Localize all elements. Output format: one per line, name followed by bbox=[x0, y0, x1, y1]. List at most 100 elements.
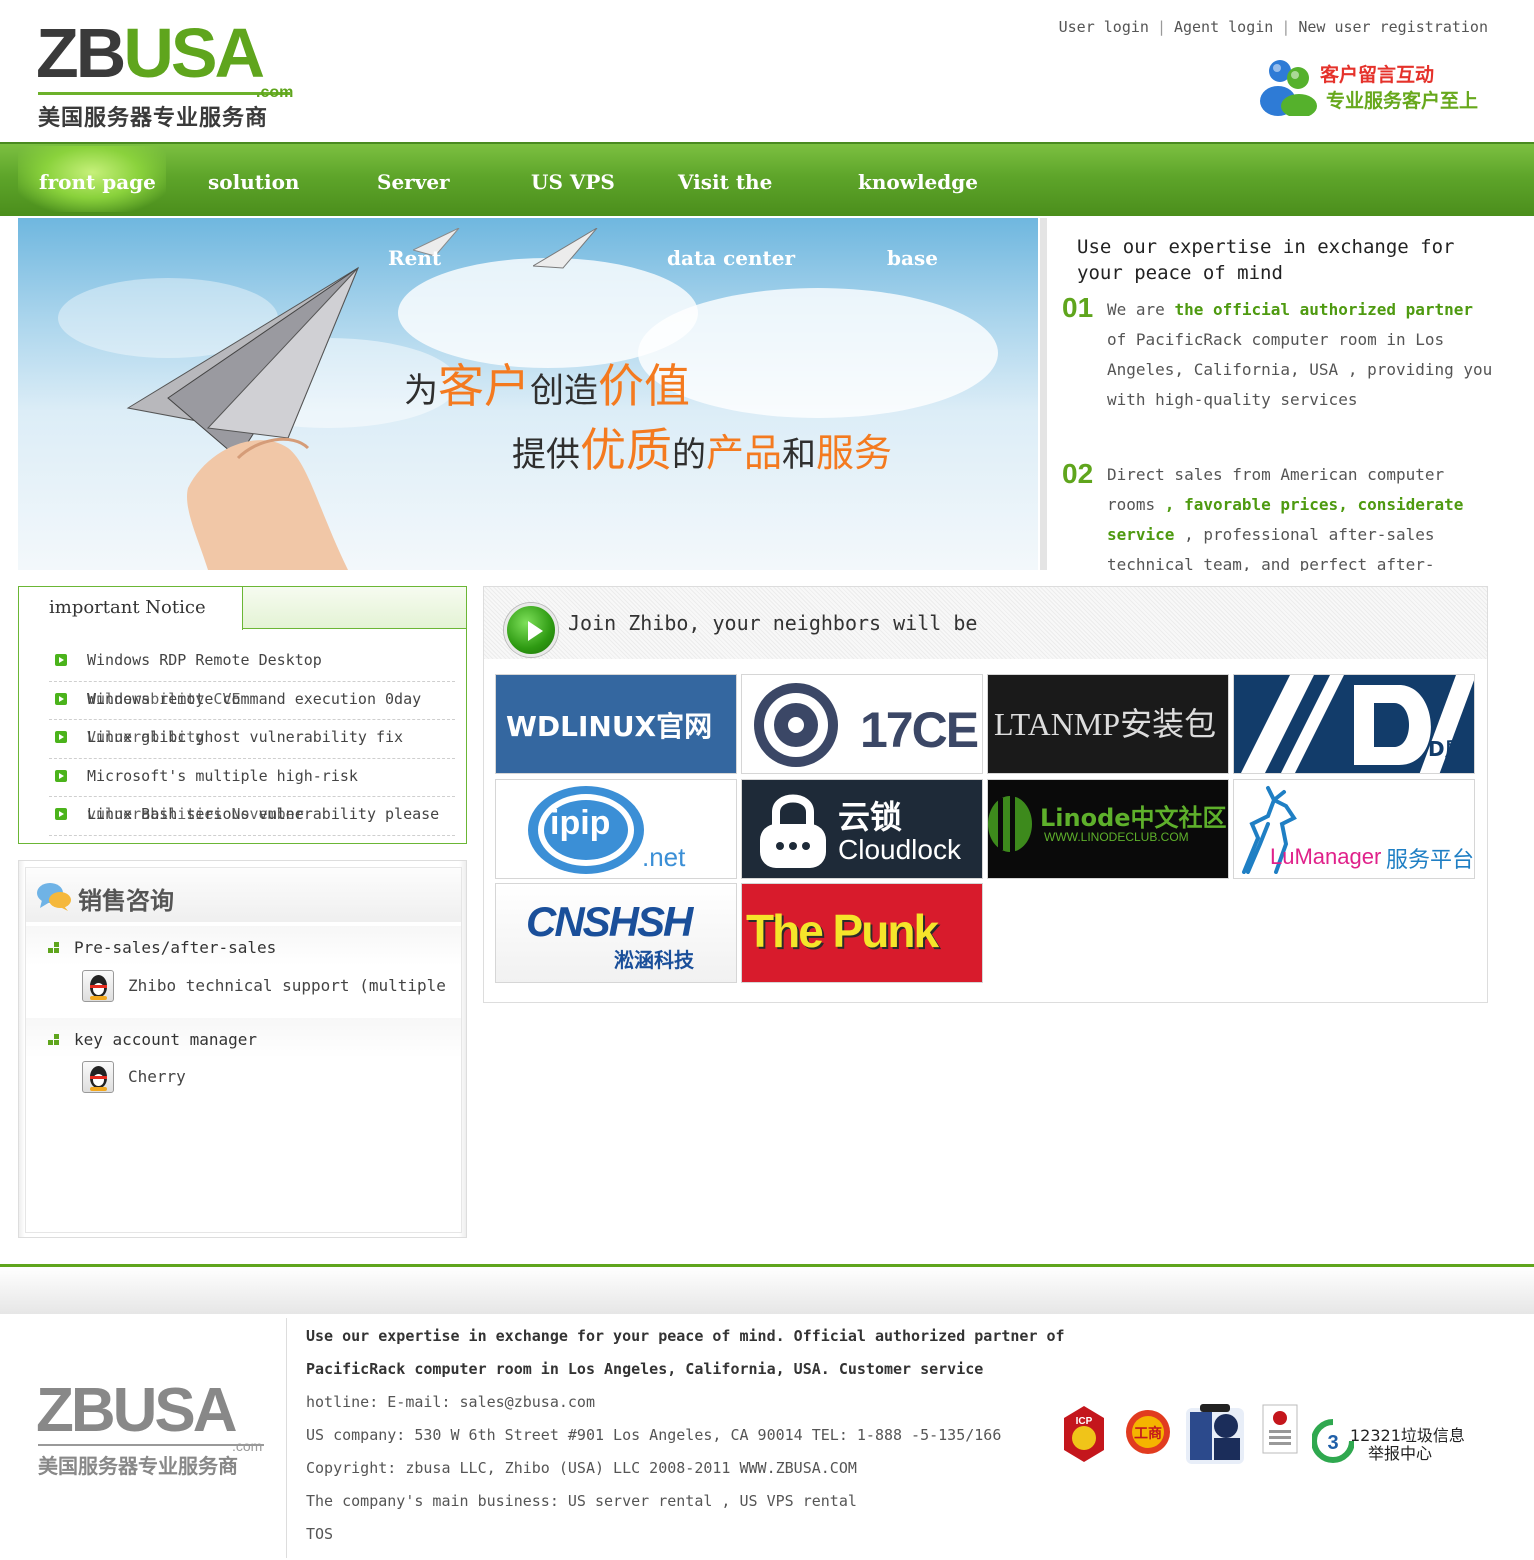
footer-logo: ZBUSA .com 美国服务器专业服务商 bbox=[36, 1380, 276, 1480]
sales-group-presales: Pre-sales/after-sales bbox=[26, 926, 461, 966]
top-links: User login | Agent login | New user registra… bbox=[1059, 18, 1488, 36]
notice-item-text: Windows RDP Remote Desktop bbox=[87, 651, 322, 669]
notice-item-overlap-text: Vulnerability bbox=[87, 728, 205, 746]
police-badge-icon[interactable] bbox=[1184, 1404, 1246, 1466]
partner-logo-text: 17CE bbox=[860, 702, 979, 758]
spam-report-badge[interactable]: 3 12321垃圾信息 举报中心 bbox=[1312, 1416, 1472, 1466]
partner-tile-d-shield[interactable]: D盾 bbox=[1233, 674, 1475, 774]
notice-item[interactable]: Windows remote command execution 0day Vu… bbox=[49, 682, 455, 720]
notice-item[interactable]: Windows RDP Remote Desktop bbox=[49, 643, 455, 682]
people-icon bbox=[1260, 60, 1317, 116]
footer-line: US company: 530 W 6th Street #901 Los An… bbox=[306, 1426, 1002, 1444]
eye-icon bbox=[754, 683, 838, 767]
site-logo[interactable]: ZBUSA .com 美国服务器专业服务商 bbox=[36, 14, 306, 131]
arrow-icon bbox=[55, 692, 67, 705]
customer-message-banner[interactable]: 客户留言互动 专业服务客户至上 bbox=[1258, 56, 1494, 116]
seal-badge-text: 工商 bbox=[1134, 1425, 1162, 1442]
sales-title: 销售咨询 bbox=[78, 887, 174, 915]
nav-knowledge-base[interactable]: knowledge bbox=[858, 170, 978, 194]
partner-tile-ltanmp[interactable]: LTANMP安装包 bbox=[987, 674, 1229, 774]
chat-bubble-icon bbox=[37, 883, 71, 911]
sales-group-title: Pre-sales/after-sales bbox=[74, 938, 277, 957]
sales-consulting-panel: 销售咨询 Pre-sales/after-sales Zhibo technic… bbox=[18, 860, 467, 1238]
message-subtitle: 专业服务客户至上 bbox=[1326, 90, 1479, 112]
nav-visit-data-center[interactable]: Visit the bbox=[678, 170, 772, 194]
qq-icon[interactable] bbox=[82, 970, 114, 1002]
nav-front-page[interactable]: front page bbox=[39, 170, 156, 194]
logo-tagline: 美国服务器专业服务商 bbox=[38, 106, 269, 131]
partner-tile-cnshsh[interactable]: CNSHSH 淞涵科技 bbox=[495, 883, 737, 983]
partner-tile-cloudlock[interactable]: 云锁 Cloudlock bbox=[741, 779, 983, 879]
icp-badge-icon[interactable]: ICP bbox=[1062, 1404, 1106, 1464]
footer-logo-tagline: 美国服务器专业服务商 bbox=[38, 1454, 238, 1478]
notice-item-overlap-text: Vulnerability CVE bbox=[87, 689, 241, 708]
nav-visit-overflow[interactable]: data center bbox=[667, 246, 795, 270]
icp-badge-text: ICP bbox=[1076, 1416, 1093, 1427]
nav-solution[interactable]: solution bbox=[208, 170, 299, 194]
footer-line: hotline: E-mail: sales@zbusa.com bbox=[306, 1393, 595, 1411]
nav-server[interactable]: Server bbox=[377, 170, 450, 194]
partner-logo-text: CNSHSH bbox=[526, 898, 693, 945]
notice-list: Windows RDP Remote Desktop Windows remot… bbox=[49, 643, 455, 836]
partners-title: Join Zhibo, your neighbors will be bbox=[568, 611, 978, 635]
nav-knowledge-overflow[interactable]: base bbox=[887, 246, 938, 270]
footer-line: The company's main business: US server r… bbox=[306, 1492, 857, 1510]
nav-server-overflow[interactable]: Rent bbox=[388, 246, 441, 270]
partners-panel: Join Zhibo, your neighbors will be WDLIN… bbox=[483, 586, 1488, 1003]
linode-icon bbox=[988, 796, 1032, 852]
footer-line: Copyright: zbusa LLC, Zhibo (USA) LLC 20… bbox=[306, 1459, 857, 1477]
partner-logo-text: LTANMP安装包 bbox=[994, 706, 1217, 742]
report-center-icon: 3 bbox=[1312, 1419, 1354, 1463]
footer-line: PacificRack computer room in Los Angeles… bbox=[306, 1360, 984, 1378]
partner-logo-text: LuManager bbox=[1270, 844, 1382, 869]
hero-banner: 为客户创造价值 提供优质的产品和服务 bbox=[18, 218, 1038, 570]
partner-tile-wdlinux[interactable]: WDLINUX官网 bbox=[495, 674, 737, 774]
arrow-icon bbox=[55, 769, 67, 782]
partner-logo-text: The Punk bbox=[746, 905, 939, 957]
notice-item[interactable]: Linux glibc ghost vulnerability fix Vuln… bbox=[49, 720, 455, 759]
footer-text: Use our expertise in exchange for your p… bbox=[306, 1320, 1106, 1551]
partner-logo-subtext: 淞涵科技 bbox=[614, 948, 694, 972]
sales-group-title: key account manager bbox=[74, 1030, 258, 1049]
notice-item[interactable]: Microsoft's multiple high-risk bbox=[49, 759, 455, 797]
sales-contact-link[interactable]: Cherry bbox=[128, 1067, 186, 1086]
dots-icon bbox=[48, 942, 62, 956]
agent-login-link[interactable]: Agent login bbox=[1174, 18, 1273, 36]
cloud bbox=[638, 288, 998, 418]
money-plane-illustration bbox=[126, 266, 360, 570]
important-notice-panel: important Notice Windows RDP Remote Desk… bbox=[18, 586, 467, 844]
footer-divider bbox=[286, 1318, 287, 1558]
link-separator: | bbox=[1156, 18, 1166, 36]
partner-tile-lumanager[interactable]: LuManager 服务平台 bbox=[1233, 779, 1475, 879]
play-icon bbox=[504, 603, 558, 657]
business-license-badge-icon[interactable]: 工商 bbox=[1124, 1404, 1172, 1464]
qq-icon[interactable] bbox=[82, 1061, 114, 1093]
user-login-link[interactable]: User login bbox=[1059, 18, 1149, 36]
arrow-icon bbox=[55, 808, 67, 820]
partner-tile-17ce[interactable]: 17CE bbox=[741, 674, 983, 774]
intro-title: Use our expertise in exchange for your p… bbox=[1077, 236, 1455, 284]
sales-header: 销售咨询 bbox=[26, 868, 461, 922]
notice-item[interactable]: Linux Bash serious vulnerability please … bbox=[49, 797, 455, 836]
arrow-icon bbox=[55, 731, 67, 743]
certificate-badge-icon[interactable] bbox=[1262, 1404, 1298, 1454]
footer-logo-wordmark: ZBUSA bbox=[36, 1376, 238, 1445]
register-link[interactable]: New user registration bbox=[1298, 18, 1488, 36]
partner-logo-subtext: 服务平台 bbox=[1386, 848, 1475, 873]
footer-tos-link[interactable]: TOS bbox=[306, 1518, 1106, 1551]
partner-tile-linode[interactable]: Linode中文社区 WWW.LINODECLUB.COM bbox=[987, 779, 1229, 879]
partner-logo-text: Linode中文社区 bbox=[1040, 804, 1227, 832]
intro-content: 01 We are the official authorized partne… bbox=[1050, 292, 1530, 571]
partner-logo-subtext: WWW.LINODECLUB.COM bbox=[1044, 830, 1189, 844]
partner-tile-thepunk[interactable]: The Punk bbox=[741, 883, 983, 983]
dots-icon bbox=[48, 1034, 62, 1048]
partner-logo-text: ipip bbox=[550, 804, 611, 842]
footer-logo-underline bbox=[38, 1444, 264, 1446]
logo-wordmark: ZBUSA bbox=[36, 14, 265, 92]
nav-us-vps[interactable]: US VPS bbox=[531, 170, 615, 194]
sales-contact-link[interactable]: Zhibo technical support (multiple bbox=[128, 976, 446, 995]
partner-tile-ipip[interactable]: ipip .net bbox=[495, 779, 737, 879]
banner-slogan-1: 为客户创造价值 bbox=[404, 359, 690, 413]
notice-item-overlap-text: vulnerabilities November bbox=[87, 805, 304, 823]
partner-logo-text: 云锁 bbox=[838, 798, 903, 836]
